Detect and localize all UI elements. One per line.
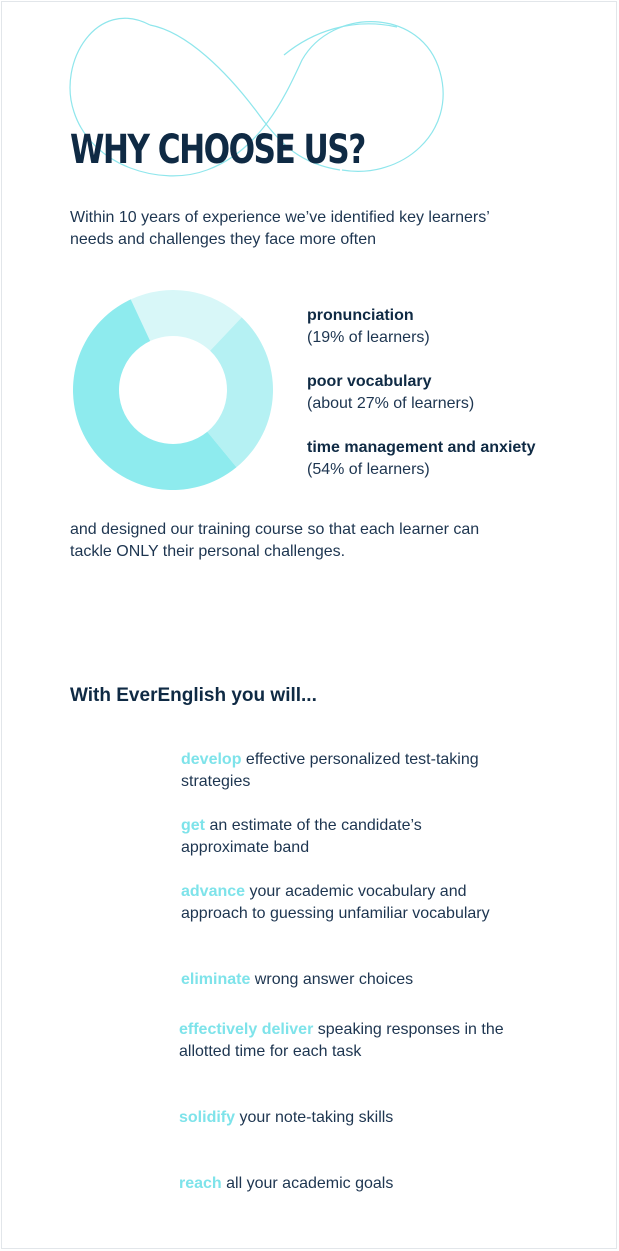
benefit-keyword: solidify	[179, 1109, 236, 1126]
legend-label: pronunciation	[307, 307, 414, 324]
benefit-item: solidify your note-taking skills	[179, 1107, 509, 1129]
legend-item-pronunciation: pronunciation (19% of learners)	[307, 305, 597, 349]
benefit-item: get an estimate of the candidate’s appro…	[181, 815, 511, 859]
outro-text: and designed our training course so that…	[70, 521, 480, 560]
benefit-keyword: advance	[181, 883, 246, 900]
benefit-item: advance your academic vocabulary and app…	[181, 881, 511, 925]
chart-legend: pronunciation (19% of learners) poor voc…	[307, 305, 597, 503]
benefit-keyword: get	[181, 817, 205, 834]
legend-item-time-management: time management and anxiety (54% of lear…	[307, 437, 597, 481]
benefit-text: an estimate of the candidate’s approxima…	[181, 817, 422, 856]
challenges-donut-chart	[72, 290, 273, 490]
benefit-text: your note-taking skills	[235, 1109, 394, 1126]
benefit-item: develop effective personalized test-taki…	[181, 749, 511, 793]
benefit-keyword: effectively deliver	[179, 1021, 314, 1038]
benefit-keyword: eliminate	[181, 971, 251, 988]
page-title: WHY CHOOSE US?	[70, 127, 366, 173]
benefit-text: all your academic goals	[221, 1175, 394, 1192]
legend-item-vocabulary: poor vocabulary (about 27% of learners)	[307, 371, 597, 415]
benefits-heading: With EverEnglish you will...	[70, 685, 317, 706]
legend-detail: (19% of learners)	[307, 329, 430, 346]
benefit-item: eliminate wrong answer choices	[181, 969, 511, 991]
why-choose-us-section: WHY CHOOSE US? Within 10 years of experi…	[1, 1, 617, 1249]
benefit-keyword: develop	[181, 751, 242, 768]
legend-label: time management and anxiety	[307, 439, 536, 456]
benefit-item: reach all your academic goals	[179, 1173, 509, 1195]
legend-label: poor vocabulary	[307, 373, 432, 390]
benefit-keyword: reach	[179, 1175, 222, 1192]
legend-detail: (about 27% of learners)	[307, 395, 475, 412]
intro-text: Within 10 years of experience we’ve iden…	[70, 209, 490, 248]
benefit-text: wrong answer choices	[250, 971, 414, 988]
benefit-item: effectively deliver speaking responses i…	[179, 1019, 509, 1063]
legend-detail: (54% of learners)	[307, 461, 430, 478]
